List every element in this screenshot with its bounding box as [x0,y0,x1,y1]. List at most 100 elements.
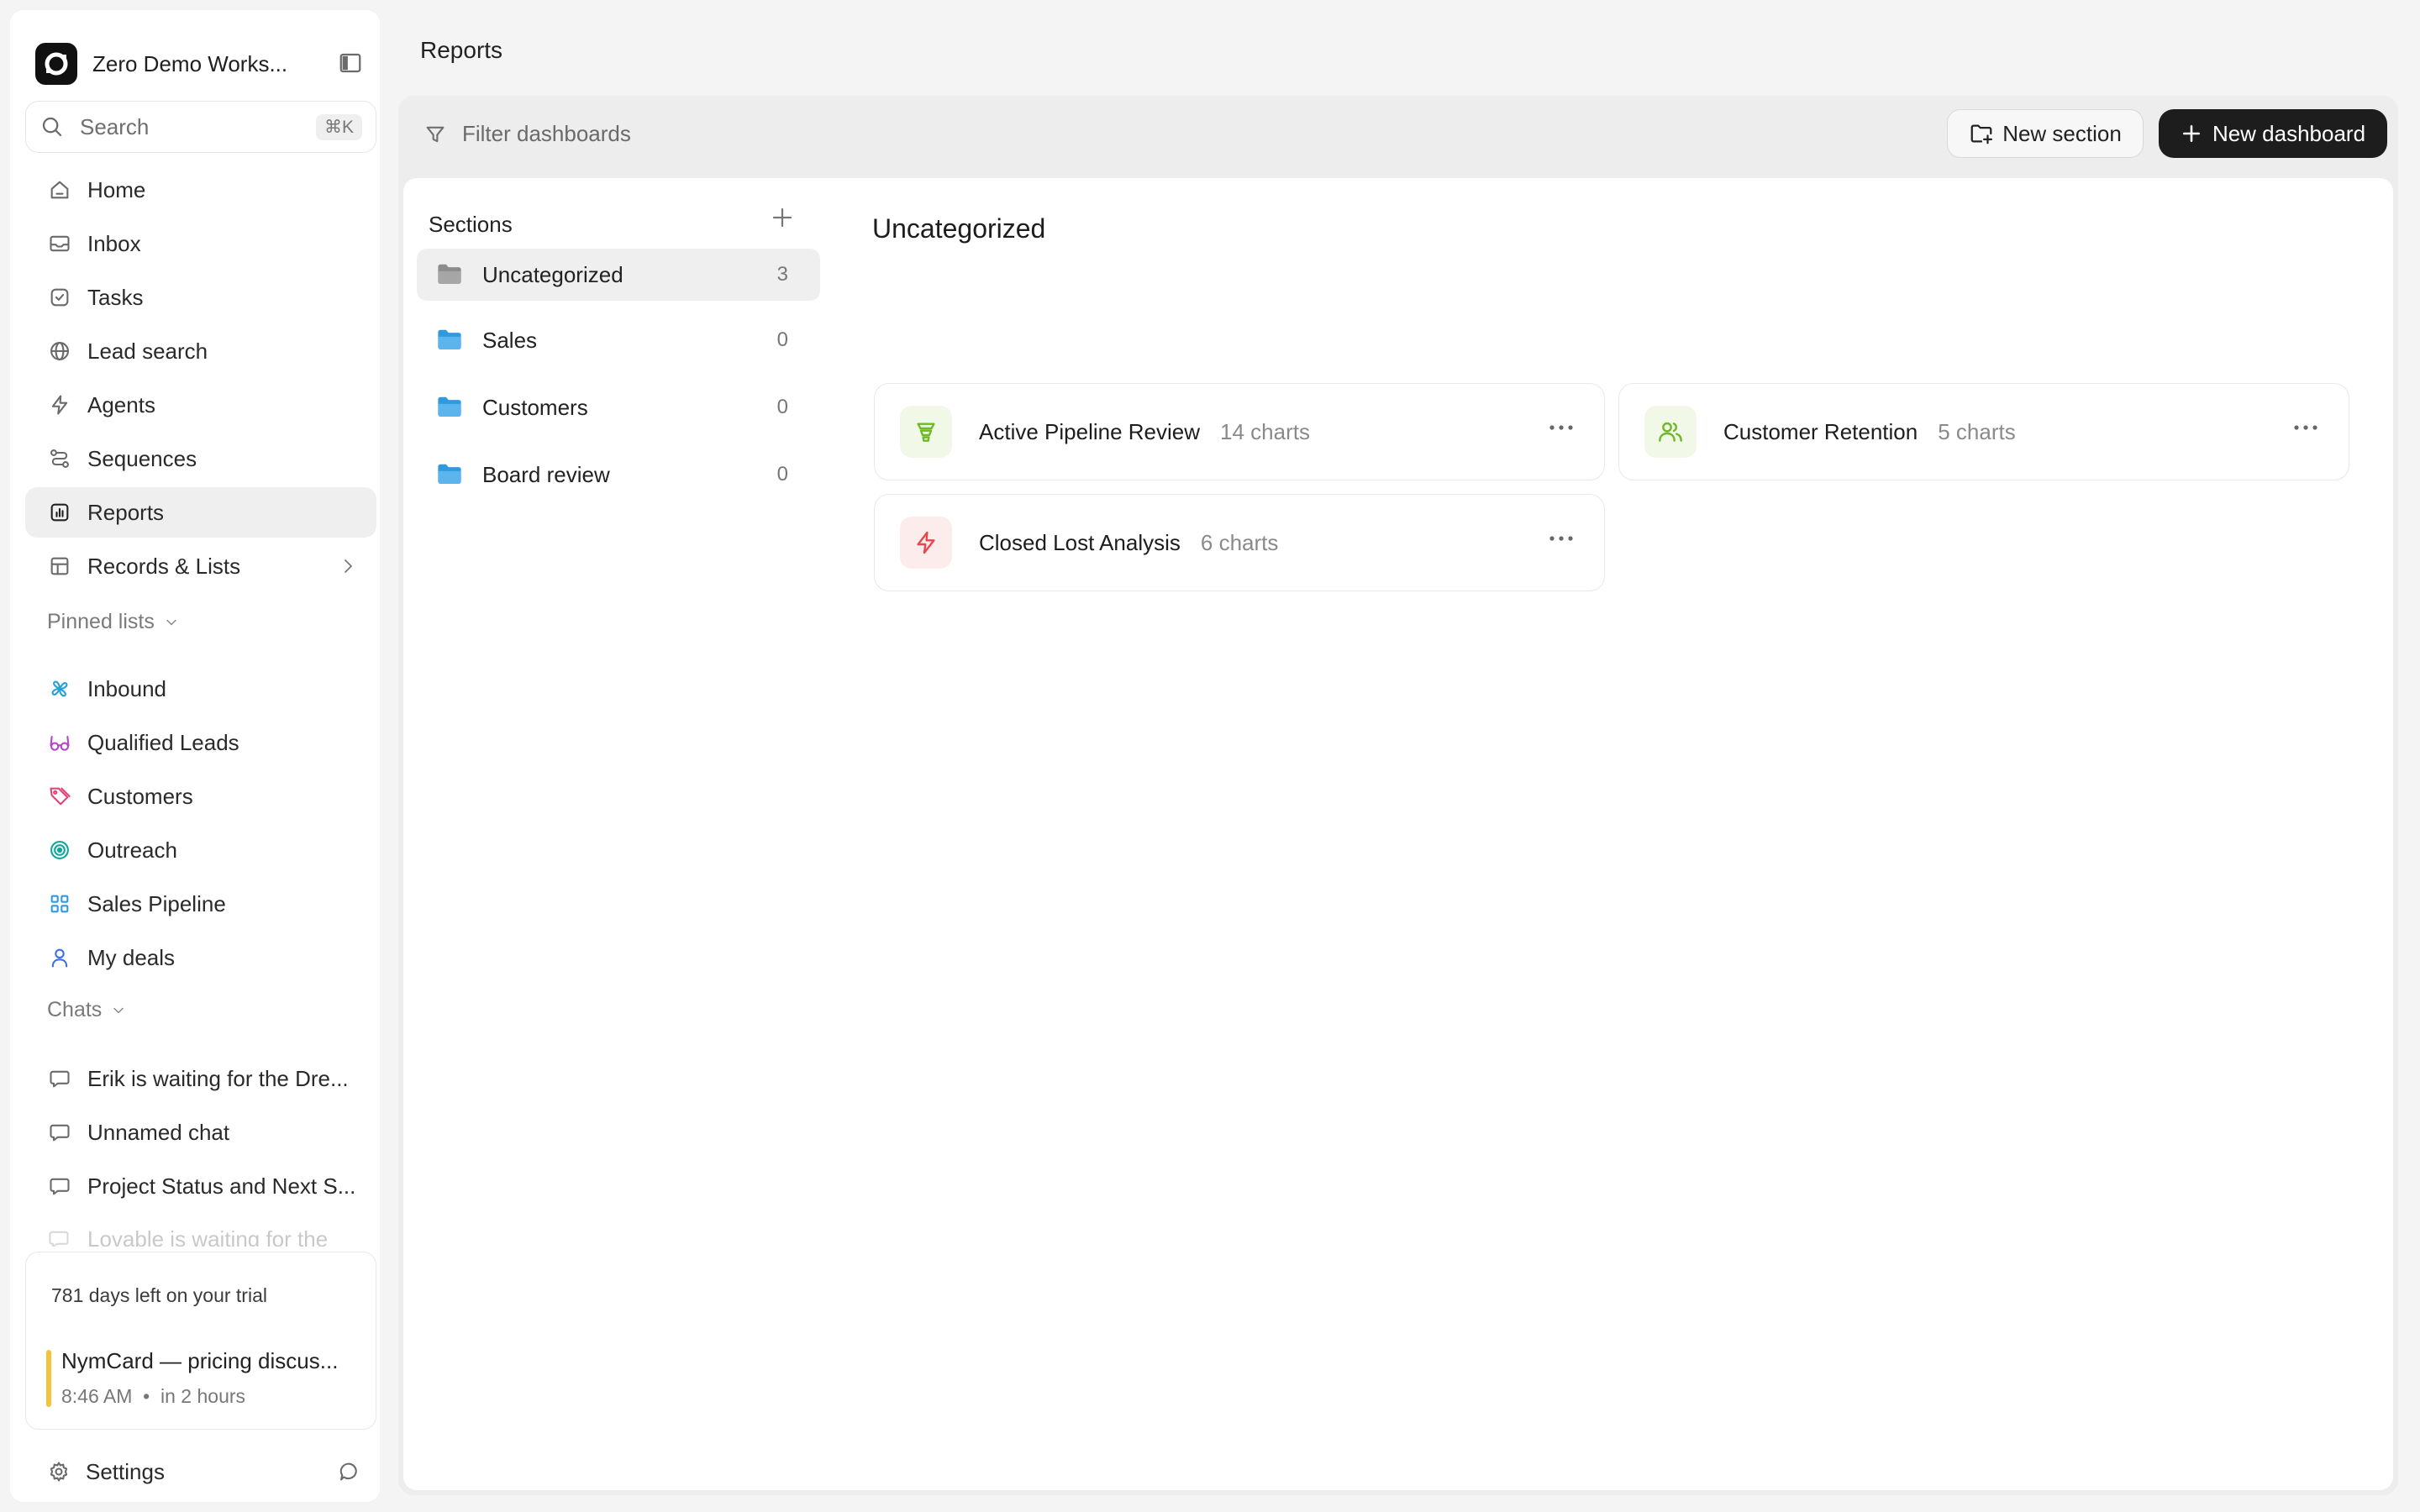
dashboard-card-customer-retention[interactable]: Customer Retention 5 charts [1618,383,2349,480]
tag-icon [47,784,72,809]
search-input[interactable]: Search ⌘K [25,101,376,153]
nav-label: Reports [87,499,165,525]
nav-item-lead-search[interactable]: Lead search [25,326,376,376]
section-count: 0 [776,463,788,486]
new-dashboard-button[interactable]: New dashboard [2159,109,2387,158]
chat-icon [47,1120,72,1145]
pinned-item-inbound[interactable]: Inbound [25,664,376,714]
nav-label: Agents [87,391,155,417]
pinned-item-my-deals[interactable]: My deals [25,932,376,983]
folder-icon [438,329,461,349]
nav-item-agents[interactable]: Agents [25,380,376,430]
nav-item-records-lists[interactable]: Records & Lists [25,541,376,591]
meeting-time: 8:46 AM • in 2 hours [61,1385,246,1407]
dashboard-title: Customer Retention [1723,418,1918,444]
bolt-icon [47,392,72,417]
reports-icon [47,500,72,525]
feedback-chat-icon[interactable] [338,1460,361,1483]
page-title: Reports [420,37,503,63]
category-title: Uncategorized [872,213,1046,244]
new-section-button[interactable]: New section [1947,109,2144,158]
dashboard-card-active-pipeline-review[interactable]: Active Pipeline Review 14 charts [874,383,1605,480]
settings-button[interactable]: Settings [25,1448,376,1495]
pinned-item-qualified-leads[interactable]: Qualified Leads [25,717,376,768]
chat-item[interactable]: Project Status and Next S... [25,1161,376,1211]
dashboard-title: Active Pipeline Review [979,418,1201,444]
dashboard-title: Closed Lost Analysis [979,529,1181,555]
pinned-item-outreach[interactable]: Outreach [25,825,376,875]
trial-card: 781 days left on your trial NymCard — pr… [25,1252,376,1430]
gear-icon [47,1460,71,1483]
pinned-label: Qualified Leads [87,729,239,755]
meeting-color-bar [46,1350,51,1407]
trial-text[interactable]: 781 days left on your trial [51,1284,267,1307]
search-shortcut-badge: ⌘K [315,113,362,140]
chat-item[interactable]: Erik is waiting for the Dre... [25,1053,376,1104]
workspace-logo-icon [35,43,77,85]
pinned-item-sales-pipeline[interactable]: Sales Pipeline [25,879,376,929]
chat-icon [47,1066,72,1091]
grid-icon [47,891,72,916]
workspace-switcher[interactable]: Zero Demo Works... [35,34,366,94]
pinned-label: My deals [87,944,176,970]
section-count: 0 [776,396,788,418]
sequences-icon [47,446,72,471]
section-label: Uncategorized [482,261,623,287]
filter-dashboards-input[interactable]: Filter dashboards [424,121,631,147]
chats-label: Chats [47,998,103,1021]
section-item-sales[interactable]: Sales 0 [417,314,820,366]
nav-item-reports[interactable]: Reports [25,487,376,538]
chats-toggle[interactable]: Chats [47,998,127,1022]
sections-header: Sections [429,212,513,237]
pinned-label: Customers [87,783,193,809]
pinned-lists-label: Pinned lists [47,610,155,633]
pinned-lists-toggle[interactable]: Pinned lists [47,610,180,634]
nav-item-home[interactable]: Home [25,165,376,215]
pinned-label: Sales Pipeline [87,890,226,916]
chevron-down-icon [113,1007,124,1013]
chat-label: Erik is waiting for the Dre... [87,1065,349,1091]
chevron-right-icon [338,556,358,576]
folder-icon [438,464,461,484]
section-item-board-review[interactable]: Board review 0 [417,449,820,501]
pinned-item-customers[interactable]: Customers [25,771,376,822]
filter-placeholder: Filter dashboards [462,121,631,146]
chat-icon [47,1227,72,1247]
section-item-customers[interactable]: Customers 0 [417,381,820,433]
nav-label: Lead search [87,338,208,364]
chat-icon [47,1173,72,1199]
home-icon [47,177,72,202]
more-options-icon[interactable] [2293,424,2318,431]
new-section-label: New section [2002,120,2122,146]
nav-label: Home [87,176,146,202]
folder-icon [438,264,461,284]
tasks-icon [47,285,72,310]
add-section-plus-icon[interactable] [770,205,795,230]
chat-item[interactable]: Unnamed chat [25,1107,376,1158]
dashboard-chart-count: 5 charts [1938,418,2016,444]
chat-item[interactable]: Lovable is waiting for the [25,1221,376,1247]
sidebar: Zero Demo Works... Search ⌘K Home Inbox … [10,10,380,1502]
funnel-icon [900,406,952,458]
nav-item-inbox[interactable]: Inbox [25,218,376,269]
chat-label: Lovable is waiting for the [87,1226,329,1247]
sidebar-toggle-icon[interactable] [338,50,363,76]
new-dashboard-label: New dashboard [2212,120,2366,146]
meeting-title[interactable]: NymCard — pricing discus... [61,1348,338,1374]
nav-item-sequences[interactable]: Sequences [25,433,376,484]
dashboard-card-closed-lost-analysis[interactable]: Closed Lost Analysis 6 charts [874,494,1605,591]
inbox-icon [47,231,72,256]
pinned-label: Inbound [87,675,166,701]
search-icon [39,114,65,139]
chat-label: Unnamed chat [87,1119,230,1145]
search-label: Search [80,113,150,139]
nav-label: Records & Lists [87,553,241,579]
section-item-uncategorized[interactable]: Uncategorized 3 [417,249,820,301]
nav-label: Sequences [87,445,197,471]
nav-item-tasks[interactable]: Tasks [25,272,376,323]
more-options-icon[interactable] [1549,535,1574,542]
meeting-time-value: 8:46 AM [61,1385,133,1407]
filter-icon [426,126,445,142]
more-options-icon[interactable] [1549,424,1574,431]
glasses-icon [47,730,72,755]
